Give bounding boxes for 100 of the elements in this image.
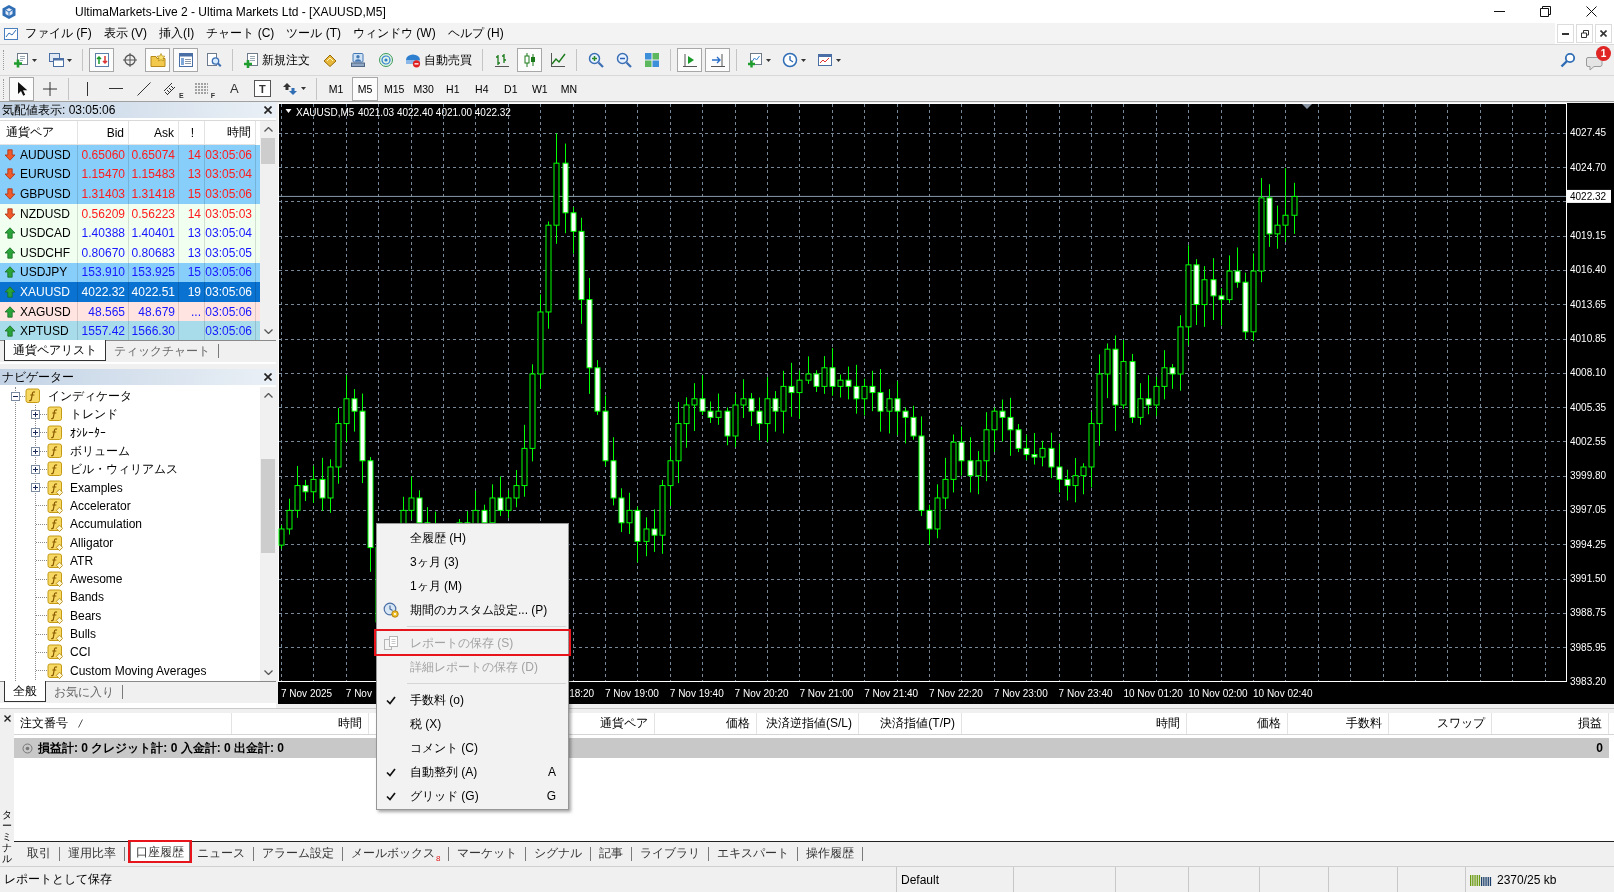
column-header[interactable]: 手数料 (1288, 713, 1389, 734)
panel-tab[interactable]: ティックチャート (106, 342, 218, 361)
close-icon[interactable] (264, 373, 272, 381)
timeframe-button[interactable]: H4 (468, 76, 495, 101)
chevron-up-icon[interactable] (263, 393, 273, 398)
menu-item[interactable]: ツール (T) (280, 24, 347, 43)
tree-item[interactable]: ｵｼﾚｰﾀｰ (47, 423, 108, 442)
terminal-tab[interactable]: 操作履歴 (801, 844, 860, 863)
panel-tab[interactable]: お気に入り (46, 683, 122, 702)
auto-trading-button[interactable]: 自動売買 (401, 48, 476, 72)
quote-row[interactable]: USDCAD 1.40388 1.40401 13 03:05:04 (0, 223, 260, 243)
terminal-tab[interactable]: 取引 (22, 844, 56, 863)
terminal-tab[interactable]: 口座履歴 (130, 842, 190, 863)
tree-item[interactable]: Custom Moving Averages (47, 661, 209, 680)
menu-item[interactable]: ウィンドウ (W) (347, 24, 442, 43)
plus-box-icon[interactable] (31, 428, 40, 438)
tree-item[interactable]: Alligator (47, 533, 116, 552)
restore-button[interactable] (1576, 24, 1593, 43)
timeframe-button[interactable]: H1 (439, 76, 466, 101)
vertical-scrollbar[interactable] (260, 121, 276, 340)
tree-item[interactable]: Bears (47, 606, 104, 625)
timeframe-button[interactable]: W1 (526, 76, 553, 101)
column-header[interactable]: ! (179, 121, 205, 145)
quote-row[interactable]: XPTUSD 1557.42 1566.30 03:05:06 (0, 321, 260, 341)
plus-box-icon[interactable] (31, 483, 40, 493)
timeframe-button[interactable]: M5 (351, 76, 378, 101)
menu-item[interactable]: ヘルプ (H) (441, 24, 510, 43)
menu-item[interactable]: 3ヶ月 (3) (377, 550, 568, 574)
column-header[interactable]: 損益 (1492, 713, 1609, 734)
close-icon[interactable] (3, 715, 11, 722)
timeframe-button[interactable]: D1 (497, 76, 524, 101)
tree-item[interactable]: ATR (47, 551, 96, 570)
column-header[interactable]: 通貨ペア (0, 121, 78, 145)
tree-item[interactable]: Accumulation (47, 515, 145, 534)
tree-item[interactable]: ビル・ウィリアムス (47, 460, 180, 479)
terminal-tab[interactable]: ニュース (192, 844, 250, 863)
terminal-tab[interactable]: ライブラリ (635, 844, 706, 863)
column-header[interactable]: Ask (129, 121, 179, 145)
quote-row[interactable]: USDJPY 153.910 153.925 15 03:05:06 (0, 262, 260, 283)
terminal-tab[interactable]: シグナル (529, 844, 588, 863)
scrollbar-thumb[interactable] (261, 459, 275, 553)
menu-item[interactable]: 全履歴 (H) (377, 526, 568, 550)
quote-row[interactable]: GBPUSD 1.31403 1.31418 15 03:05:06 (0, 184, 260, 204)
timeframe-button[interactable]: M30 (410, 76, 437, 101)
quote-row[interactable]: XAUUSD 4022.32 4022.51 19 03:05:06 (0, 282, 260, 302)
auto-scroll-button[interactable] (677, 48, 702, 72)
plus-box-icon[interactable] (31, 464, 40, 474)
terminal-tab[interactable]: マーケット (452, 844, 523, 863)
column-header[interactable]: 決済逆指値(S/L) (757, 713, 859, 734)
column-header[interactable]: スワップ (1389, 713, 1492, 734)
terminal-tab[interactable]: エキスパート (712, 844, 795, 863)
tree-item[interactable]: トレンド (47, 405, 120, 424)
menu-item[interactable]: 税 (X) (377, 712, 568, 736)
tree-item[interactable]: Awesome (47, 570, 125, 589)
close-icon[interactable] (264, 106, 272, 114)
minus-box-icon[interactable] (11, 391, 20, 401)
column-header[interactable]: Bid (78, 121, 129, 145)
tree-item[interactable]: Examples (47, 478, 125, 497)
close-button[interactable] (1595, 24, 1612, 43)
tree-item[interactable]: CCI (47, 643, 93, 662)
quote-row[interactable]: XAGUSD 48.565 48.679 ... 03:05:06 (0, 301, 260, 322)
terminal-tab[interactable]: 記事 (594, 844, 629, 863)
triangle-marker-icon[interactable] (1302, 104, 1312, 109)
panel-tab[interactable]: 通貨ペアリスト (4, 340, 106, 361)
menu-item[interactable]: チャート (C) (200, 24, 281, 43)
search-icon[interactable] (1560, 52, 1576, 68)
scrollbar-thumb[interactable] (261, 138, 275, 164)
notifications-button[interactable] (1586, 55, 1604, 71)
menu-item[interactable]: 表示 (V) (97, 24, 153, 43)
menu-item[interactable]: コメント (C) (377, 736, 568, 760)
tree-item[interactable]: インディケータ (25, 387, 134, 406)
navigator-button[interactable] (145, 48, 170, 72)
cursor-button[interactable] (9, 76, 34, 101)
menu-item[interactable]: グリッド (G) G (377, 784, 568, 808)
column-header[interactable]: 価格 (1187, 713, 1288, 734)
column-header[interactable]: 時間 (205, 121, 256, 145)
panel-tab[interactable]: 全般 (4, 681, 46, 702)
timeframe-button[interactable]: MN (555, 76, 582, 101)
tree-item[interactable]: Bulls (47, 625, 98, 643)
tree-item[interactable]: ボリューム (47, 442, 132, 461)
chart-shift-button[interactable] (705, 48, 730, 72)
text-tool-button[interactable]: A (221, 76, 247, 101)
tree-item[interactable]: Accelerator (47, 496, 133, 515)
chevron-down-icon[interactable] (263, 670, 273, 675)
plus-box-icon[interactable] (31, 446, 40, 456)
plus-box-icon[interactable] (31, 409, 40, 419)
minimize-button[interactable] (1557, 24, 1574, 43)
quote-row[interactable]: NZDUSD 0.56209 0.56223 14 03:05:03 (0, 203, 260, 224)
timeframe-button[interactable]: M1 (322, 76, 349, 101)
candlestick-chart-button[interactable] (517, 48, 542, 72)
chevron-down-icon[interactable] (263, 329, 273, 334)
menu-item[interactable]: 自動整列 (A) A (377, 760, 568, 784)
terminal-tab[interactable]: 運用比率 (63, 844, 121, 863)
menu-item[interactable]: 1ヶ月 (M) (377, 574, 568, 598)
column-header[interactable]: 価格 (655, 713, 757, 734)
column-header[interactable]: 時間 (962, 713, 1187, 734)
column-header[interactable]: 注文番号 (14, 713, 232, 734)
caret-icon[interactable] (285, 109, 292, 113)
new-order-button[interactable]: 新規注文 (239, 48, 314, 72)
column-header[interactable]: 決済指値(T/P) (859, 713, 962, 734)
